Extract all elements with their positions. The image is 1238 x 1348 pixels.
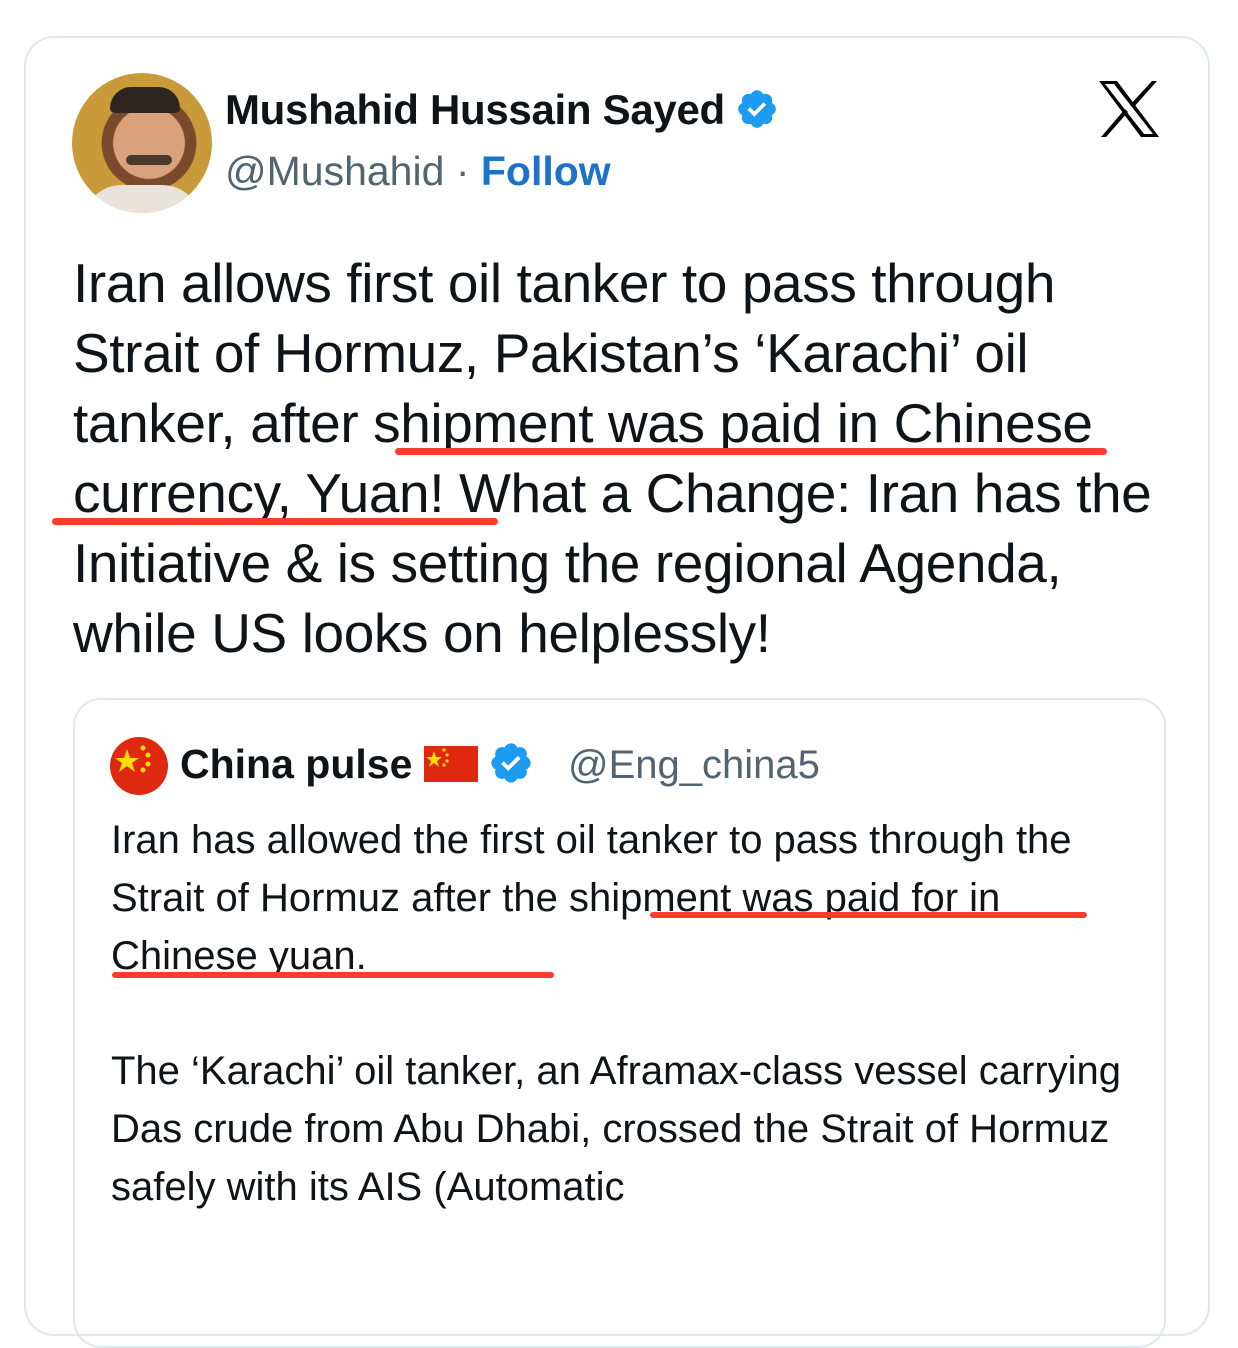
quoted-tweet[interactable] [73, 698, 1166, 1348]
quote-text-continued: The ‘Karachi’ oil tanker, an Aframax-cla… [111, 1049, 1122, 1209]
avatar-shirt [82, 185, 202, 213]
quote-name-row[interactable]: China pulse [180, 740, 534, 788]
verified-badge-icon [491, 743, 532, 783]
x-logo-icon[interactable] [1097, 79, 1161, 139]
underline-annotation [52, 518, 498, 525]
quote-text: Iran has allowed the first oil tanker to… [111, 818, 1072, 978]
quote-avatar[interactable] [110, 737, 168, 795]
verified-badge-icon [738, 90, 776, 128]
author-avatar[interactable] [72, 73, 212, 213]
avatar-mustache [126, 155, 172, 165]
avatar-hair [110, 87, 180, 113]
underline-annotation [112, 972, 554, 978]
handle-separator: · [455, 148, 470, 194]
china-flag-avatar-icon [115, 745, 151, 773]
quote-author-name[interactable]: China pulse [180, 741, 412, 787]
underline-annotation [650, 912, 1087, 918]
author-handle[interactable]: @Mushahid [225, 148, 444, 194]
china-flag-icon [424, 746, 479, 782]
tweet-text: Iran allows first oil tanker to pass thr… [73, 252, 1152, 664]
underline-annotation [395, 448, 1107, 455]
author-name-row[interactable]: Mushahid Hussain Sayed [225, 86, 779, 134]
follow-button[interactable]: Follow [481, 148, 611, 194]
author-name[interactable]: Mushahid Hussain Sayed [225, 86, 725, 133]
quote-author-handle[interactable]: @Eng_china5 [568, 743, 820, 788]
author-handle-row: @Mushahid · Follow [225, 148, 611, 195]
